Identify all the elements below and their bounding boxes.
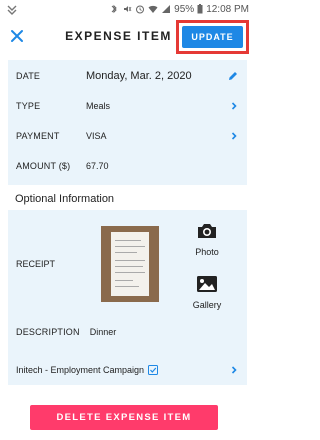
camera-icon	[198, 224, 216, 238]
payment-label: PAYMENT	[16, 131, 60, 141]
checkbox-checked-icon[interactable]	[148, 365, 159, 375]
payment-row[interactable]: PAYMENT VISA	[16, 126, 239, 146]
date-row[interactable]: DATE Monday, Mar. 2, 2020	[16, 66, 239, 86]
pencil-icon[interactable]	[227, 70, 239, 82]
update-button[interactable]: UPDATE	[182, 26, 243, 48]
description-label: DESCRIPTION	[16, 327, 80, 337]
expense-details-panel: DATE Monday, Mar. 2, 2020 TYPE Meals PAY…	[8, 60, 247, 185]
gallery-button[interactable]: Gallery	[189, 275, 225, 313]
type-row[interactable]: TYPE Meals	[16, 96, 239, 116]
description-value[interactable]: Dinner	[90, 327, 117, 337]
signal-icon	[162, 5, 171, 13]
date-label: DATE	[16, 71, 41, 81]
description-row[interactable]: DESCRIPTION Dinner	[16, 327, 116, 337]
optional-section-title: Optional Information	[15, 193, 115, 205]
gallery-label: Gallery	[192, 300, 222, 310]
receipt-label: RECEIPT	[16, 259, 56, 269]
type-value: Meals	[86, 101, 111, 111]
clock: 12:08 PM	[206, 3, 249, 15]
chevron-right-icon[interactable]	[229, 101, 239, 111]
status-bar: 95% 12:08 PM	[0, 0, 255, 18]
amount-value[interactable]: 67.70	[86, 161, 239, 171]
notification-icon	[7, 5, 17, 15]
bluetooth-icon	[111, 4, 117, 14]
campaign-label: Initech - Employment Campaign	[16, 365, 145, 375]
receipt-thumbnail[interactable]	[101, 226, 159, 302]
chevron-right-icon[interactable]	[229, 365, 239, 375]
receipt-paper	[111, 232, 149, 296]
amount-label: AMOUNT ($)	[16, 161, 71, 171]
update-button-highlight: UPDATE	[176, 20, 249, 54]
chevron-right-icon[interactable]	[229, 131, 239, 141]
battery-percent: 95%	[174, 3, 195, 15]
wifi-icon	[148, 5, 158, 13]
image-icon	[197, 276, 217, 292]
status-indicators: 95% 12:08 PM	[109, 2, 249, 16]
amount-row[interactable]: AMOUNT ($) 67.70	[16, 156, 239, 176]
payment-value: VISA	[86, 131, 107, 141]
photo-label: Photo	[195, 247, 219, 257]
campaign-row[interactable]: Initech - Employment Campaign	[16, 362, 239, 378]
delete-expense-button[interactable]: DELETE EXPENSE ITEM	[30, 405, 218, 430]
type-label: TYPE	[16, 101, 41, 111]
date-value: Monday, Mar. 2, 2020	[86, 70, 192, 82]
alarm-icon	[136, 5, 145, 14]
mute-icon	[124, 6, 132, 12]
photo-button[interactable]: Photo	[190, 222, 224, 260]
battery-icon	[197, 4, 203, 14]
